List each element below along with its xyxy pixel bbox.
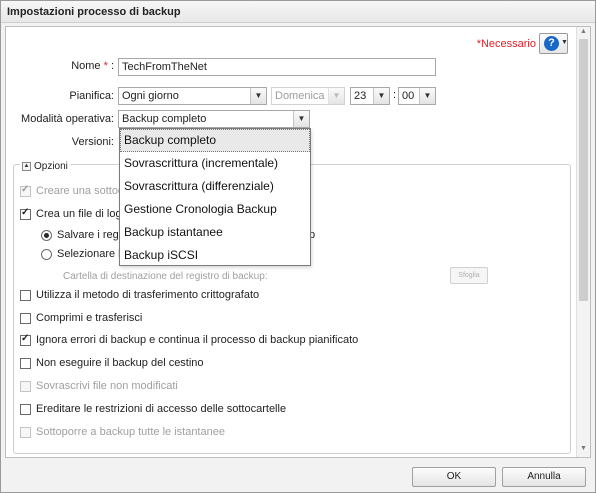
log-destination-label: Cartella di destinazione del registro di… xyxy=(63,271,268,282)
compress-transfer-option[interactable]: Comprimi e trasferisci xyxy=(20,312,142,326)
encrypted-transfer-checkbox[interactable] xyxy=(20,289,31,301)
encrypted-transfer-option[interactable]: Utilizza il metodo di trasferimento crit… xyxy=(20,289,259,303)
mode-option[interactable]: Backup completo xyxy=(120,129,310,152)
scrollbar-thumb[interactable] xyxy=(579,39,588,301)
scroll-up-icon[interactable]: ▲ xyxy=(580,28,587,35)
cancel-button[interactable]: Annulla xyxy=(502,467,586,487)
mode-dropdown-list: Backup completo Sovrascrittura (incremen… xyxy=(119,128,311,266)
mode-option[interactable]: Gestione Cronologia Backup xyxy=(120,198,310,221)
chevron-down-icon: ▼ xyxy=(293,111,309,127)
mode-option[interactable]: Backup istantanee xyxy=(120,221,310,244)
browse-button: Sfoglia xyxy=(450,267,488,284)
inherit-restrictions-option[interactable]: Ereditare le restrizioni di accesso dell… xyxy=(20,403,286,417)
name-label: Nome * : xyxy=(71,60,114,72)
overwrite-unmodified-checkbox xyxy=(20,380,31,392)
create-log-option[interactable]: Crea un file di log xyxy=(20,207,122,222)
mode-option[interactable]: Sovrascrittura (incrementale) xyxy=(120,152,310,175)
help-icon: ? xyxy=(544,36,559,51)
help-button[interactable]: ? ▼ xyxy=(539,33,568,54)
versions-label: Versioni: xyxy=(71,136,114,148)
scroll-down-icon[interactable]: ▼ xyxy=(580,445,587,452)
select-location-option[interactable]: Selezionare la xyxy=(41,248,127,262)
mode-select[interactable]: Backup completo ▼ xyxy=(118,110,310,128)
backup-all-snapshots-option: Sottoporre a backup tutte le istantanee xyxy=(20,426,225,440)
schedule-label: Pianifica: xyxy=(69,90,114,102)
select-location-radio[interactable] xyxy=(41,248,52,260)
time-separator: : xyxy=(393,89,397,101)
no-trash-backup-checkbox[interactable] xyxy=(20,357,31,369)
ignore-errors-checkbox[interactable] xyxy=(20,333,31,346)
schedule-frequency-select[interactable]: Ogni giorno ▼ xyxy=(118,87,267,105)
create-subfolder-option: Creare una sottoc xyxy=(20,184,123,199)
schedule-hour-select[interactable]: 23 ▼ xyxy=(350,87,390,105)
schedule-minute-select[interactable]: 00 ▼ xyxy=(398,87,436,105)
dialog-titlebar: Impostazioni processo di backup xyxy=(1,1,595,23)
no-trash-backup-option[interactable]: Non eseguire il backup del cestino xyxy=(20,357,204,371)
create-log-checkbox[interactable] xyxy=(20,207,31,220)
name-input[interactable]: TechFromTheNet xyxy=(118,58,436,76)
chevron-down-icon: ▼ xyxy=(561,39,568,46)
chevron-down-icon: ▼ xyxy=(328,88,344,104)
options-legend-label: Opzioni xyxy=(34,160,68,172)
vertical-scrollbar[interactable]: ▲ ▼ xyxy=(576,27,590,457)
dialog-content: *Necessario ? ▼ Nome * : TechFromTheNet … xyxy=(5,26,591,458)
ok-button[interactable]: OK xyxy=(412,467,496,487)
collapse-icon[interactable]: ▲ xyxy=(22,161,31,171)
backup-job-dialog: Impostazioni processo di backup *Necessa… xyxy=(0,0,596,493)
compress-transfer-checkbox[interactable] xyxy=(20,312,31,324)
save-logs-option[interactable]: Salvare i regis xyxy=(41,229,127,243)
schedule-day-select: Domenica ▼ xyxy=(271,87,345,105)
chevron-down-icon: ▼ xyxy=(250,88,266,104)
backup-all-snapshots-checkbox xyxy=(20,426,31,438)
options-legend[interactable]: ▲ Opzioni xyxy=(20,160,71,172)
mode-option[interactable]: Backup iSCSI xyxy=(120,244,310,267)
inherit-restrictions-checkbox[interactable] xyxy=(20,403,31,415)
overwrite-unmodified-option: Sovrascrivi file non modificati xyxy=(20,380,178,394)
mode-label: Modalità operativa: xyxy=(21,113,114,125)
dialog-title: Impostazioni processo di backup xyxy=(7,6,181,18)
chevron-down-icon: ▼ xyxy=(373,88,389,104)
ignore-errors-option[interactable]: Ignora errori di backup e continua il pr… xyxy=(20,333,358,348)
required-note: *Necessario xyxy=(476,38,536,50)
create-subfolder-checkbox xyxy=(20,184,31,197)
required-star: * xyxy=(103,60,108,72)
save-logs-radio[interactable] xyxy=(41,229,52,241)
chevron-down-icon: ▼ xyxy=(419,88,435,104)
mode-option[interactable]: Sovrascrittura (differenziale) xyxy=(120,175,310,198)
